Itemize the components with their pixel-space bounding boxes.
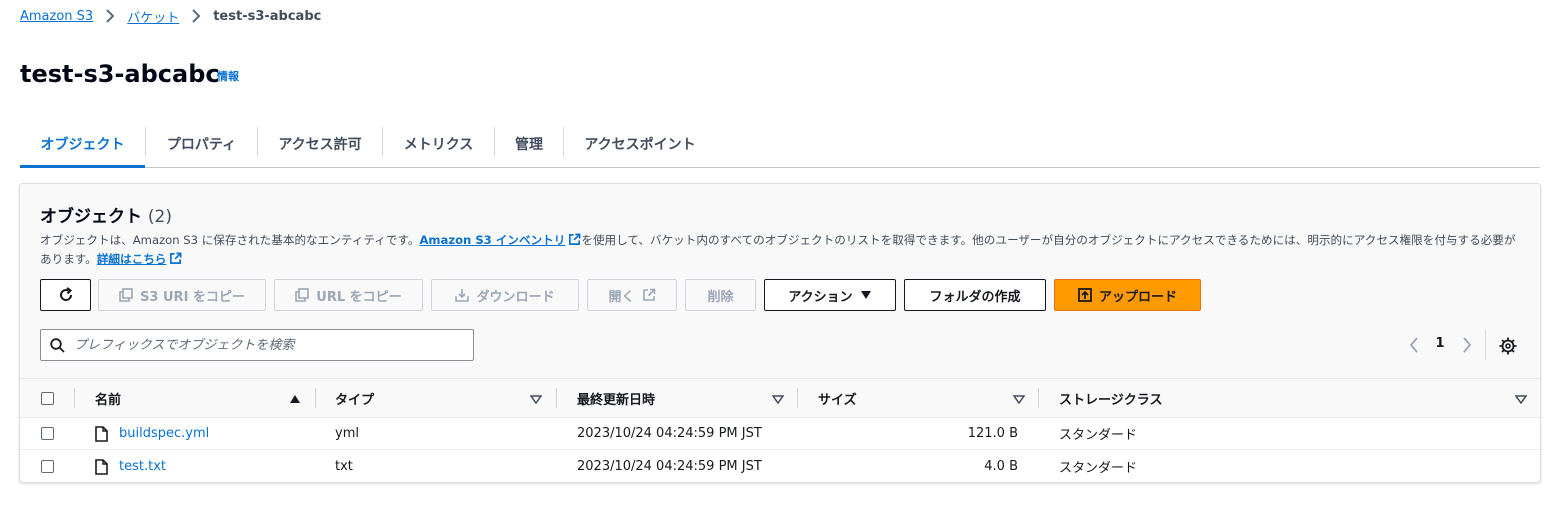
sort-caret-down-icon[interactable] — [771, 392, 785, 406]
copy-url-label: URL をコピー — [316, 289, 402, 305]
tab-objects[interactable]: オブジェクト — [20, 121, 145, 168]
object-name-link[interactable]: test.txt — [119, 451, 166, 482]
inventory-link-label: Amazon S3 インベントリ — [419, 233, 566, 247]
row-checkbox[interactable] — [41, 460, 54, 473]
pagination-divider — [1485, 330, 1486, 360]
external-link-icon — [170, 252, 182, 264]
objects-heading: オブジェクト (2) — [40, 202, 172, 227]
objects-heading-label: オブジェクト — [40, 207, 142, 227]
row-checkbox-cell — [41, 418, 54, 449]
row-checkbox-cell — [41, 451, 54, 482]
download-button[interactable]: ダウンロード — [431, 279, 579, 311]
column-header-name[interactable]: 名前 — [95, 379, 121, 417]
chevron-right-icon — [100, 6, 120, 26]
object-type: txt — [335, 459, 353, 474]
chevron-right-icon — [186, 6, 206, 26]
table-header-row: 名前 タイプ 最終更新日時 サイズ ストレージクラス — [20, 379, 1540, 418]
delete-button[interactable]: 削除 — [685, 279, 756, 311]
upload-button[interactable]: アップロード — [1054, 279, 1201, 311]
object-type: yml — [335, 426, 359, 441]
sort-caret-down-icon[interactable] — [529, 392, 543, 406]
tab-properties[interactable]: プロパティ — [146, 121, 257, 167]
preferences-button[interactable] — [1498, 336, 1518, 356]
open-button[interactable]: 開く — [587, 279, 677, 311]
object-size: 121.0 B — [967, 426, 1018, 441]
column-divider — [74, 388, 75, 408]
object-name-link[interactable]: buildspec.yml — [119, 418, 209, 449]
object-last-modified: 2023/10/24 04:24:59 PM JST — [577, 459, 762, 474]
column-divider — [797, 388, 798, 408]
upload-label: アップロード — [1098, 289, 1177, 305]
learn-more-link[interactable]: 詳細はこちら — [97, 252, 183, 266]
tab-access-points[interactable]: アクセスポイント — [564, 121, 716, 167]
column-divider — [556, 388, 557, 408]
sort-caret-down-icon[interactable] — [1012, 392, 1026, 406]
breadcrumb-buckets[interactable]: バケット — [127, 7, 179, 26]
breadcrumb-amazon-s3[interactable]: Amazon S3 — [20, 9, 93, 24]
column-divider — [315, 388, 316, 408]
info-link[interactable]: 情報 — [217, 68, 239, 84]
object-storage-class: スタンダード — [1059, 461, 1138, 476]
next-page-button[interactable] — [1457, 335, 1477, 355]
objects-container: オブジェクト (2) オブジェクトは、Amazon S3 に保存された基本的なエ… — [19, 183, 1541, 483]
column-divider — [1038, 388, 1039, 408]
copy-url-button[interactable]: URL をコピー — [274, 279, 423, 311]
tab-permissions[interactable]: アクセス許可 — [258, 121, 382, 167]
tab-management[interactable]: 管理 — [495, 121, 563, 167]
tab-bar: オブジェクト プロパティ アクセス許可 メトリクス 管理 アクセスポイント — [20, 121, 1540, 168]
object-last-modified: 2023/10/24 04:24:59 PM JST — [577, 426, 762, 441]
chevron-left-icon — [1409, 337, 1418, 353]
search-box — [40, 329, 474, 361]
learn-more-link-label: 詳細はこちら — [96, 252, 167, 266]
copy-s3-uri-label: S3 URI をコピー — [140, 289, 245, 305]
gear-icon — [1499, 337, 1517, 355]
refresh-icon — [59, 287, 72, 301]
delete-label: 削除 — [707, 289, 734, 305]
sort-ascending-icon[interactable] — [288, 392, 302, 406]
object-size: 4.0 B — [984, 459, 1018, 474]
select-all-checkbox[interactable] — [41, 391, 54, 405]
chevron-right-icon — [1463, 337, 1472, 353]
caret-down-icon — [860, 291, 871, 299]
external-link-icon — [569, 233, 581, 245]
breadcrumb: Amazon S3 バケット test-s3-abcabc — [20, 6, 321, 26]
current-page-number[interactable]: 1 — [1430, 336, 1450, 351]
page-title: test-s3-abcabc — [20, 60, 220, 88]
column-header-size[interactable]: サイズ — [818, 379, 857, 417]
file-icon — [95, 418, 108, 449]
select-all-checkbox-cell — [41, 379, 54, 417]
open-label: 開く — [608, 289, 635, 305]
create-folder-button[interactable]: フォルダの作成 — [904, 279, 1046, 311]
object-storage-class: スタンダード — [1059, 428, 1138, 443]
copy-s3-uri-button[interactable]: S3 URI をコピー — [98, 279, 266, 311]
actions-dropdown-button[interactable]: アクション — [764, 279, 896, 311]
tab-metrics[interactable]: メトリクス — [383, 121, 494, 167]
copy-icon — [119, 288, 133, 302]
table-row: test.txt txt 2023/10/24 04:24:59 PM JST … — [20, 451, 1540, 482]
download-icon — [455, 289, 470, 302]
previous-page-button[interactable] — [1404, 335, 1424, 355]
file-icon — [95, 451, 108, 482]
objects-description: オブジェクトは、Amazon S3 に保存された基本的なエンティティです。Ama… — [40, 231, 1520, 269]
column-header-storage-class[interactable]: ストレージクラス — [1059, 379, 1162, 417]
table-row: buildspec.yml yml 2023/10/24 04:24:59 PM… — [20, 418, 1540, 450]
column-header-last-modified[interactable]: 最終更新日時 — [577, 379, 655, 417]
search-icon — [50, 337, 65, 353]
upload-icon — [1078, 288, 1092, 302]
sort-caret-down-icon[interactable] — [1514, 392, 1528, 406]
search-input[interactable] — [74, 337, 454, 353]
column-header-type[interactable]: タイプ — [335, 379, 374, 417]
desc-text-1: オブジェクトは、Amazon S3 に保存された基本的なエンティティです。 — [40, 233, 420, 247]
actions-label: アクション — [788, 289, 853, 305]
refresh-button[interactable] — [40, 279, 91, 311]
download-label: ダウンロード — [476, 289, 555, 305]
copy-icon — [295, 288, 310, 302]
create-folder-label: フォルダの作成 — [929, 289, 1021, 305]
objects-count: (2) — [147, 207, 173, 227]
inventory-link[interactable]: Amazon S3 インベントリ — [419, 233, 581, 247]
row-checkbox[interactable] — [41, 427, 54, 440]
breadcrumb-current: test-s3-abcabc — [213, 8, 322, 24]
external-link-icon — [642, 288, 655, 301]
objects-table: 名前 タイプ 最終更新日時 サイズ ストレージクラス buildspec.yml… — [20, 378, 1540, 482]
